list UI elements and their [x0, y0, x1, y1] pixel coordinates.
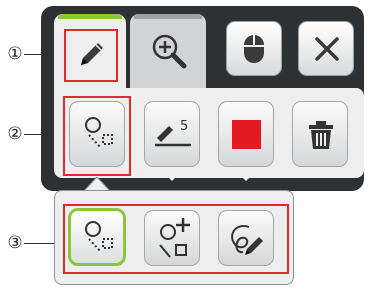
active-tab-indicator — [58, 14, 122, 19]
mouse-icon — [240, 32, 268, 66]
inactive-tab-indicator — [134, 14, 202, 19]
line-width-button[interactable]: 5 — [144, 101, 200, 167]
chevron-down-icon[interactable] — [167, 176, 177, 181]
delete-button[interactable] — [292, 101, 348, 167]
color-button[interactable] — [218, 101, 274, 167]
callout-1: ① — [7, 44, 23, 64]
pen-icon — [74, 38, 108, 72]
select-mode-add[interactable] — [144, 210, 200, 266]
zoom-in-icon — [148, 30, 192, 74]
color-swatch — [232, 120, 261, 149]
close-button[interactable] — [298, 21, 354, 76]
callout-3: ③ — [7, 233, 23, 253]
select-tool-highlight-box — [63, 96, 131, 176]
mouse-button[interactable] — [226, 21, 282, 76]
line-width-icon — [151, 118, 195, 150]
select-mode-lasso[interactable] — [68, 208, 126, 266]
line-width-value: 5 — [180, 119, 189, 134]
popup-pointer — [84, 177, 110, 191]
chevron-down-icon[interactable] — [241, 176, 251, 181]
close-icon — [313, 35, 341, 63]
freehand-lasso-icon — [225, 219, 269, 259]
trash-icon — [307, 119, 335, 151]
lasso-select-icon — [80, 219, 116, 259]
callout-2: ② — [7, 124, 23, 144]
add-select-icon — [154, 215, 194, 261]
select-mode-freehand[interactable] — [218, 210, 274, 266]
